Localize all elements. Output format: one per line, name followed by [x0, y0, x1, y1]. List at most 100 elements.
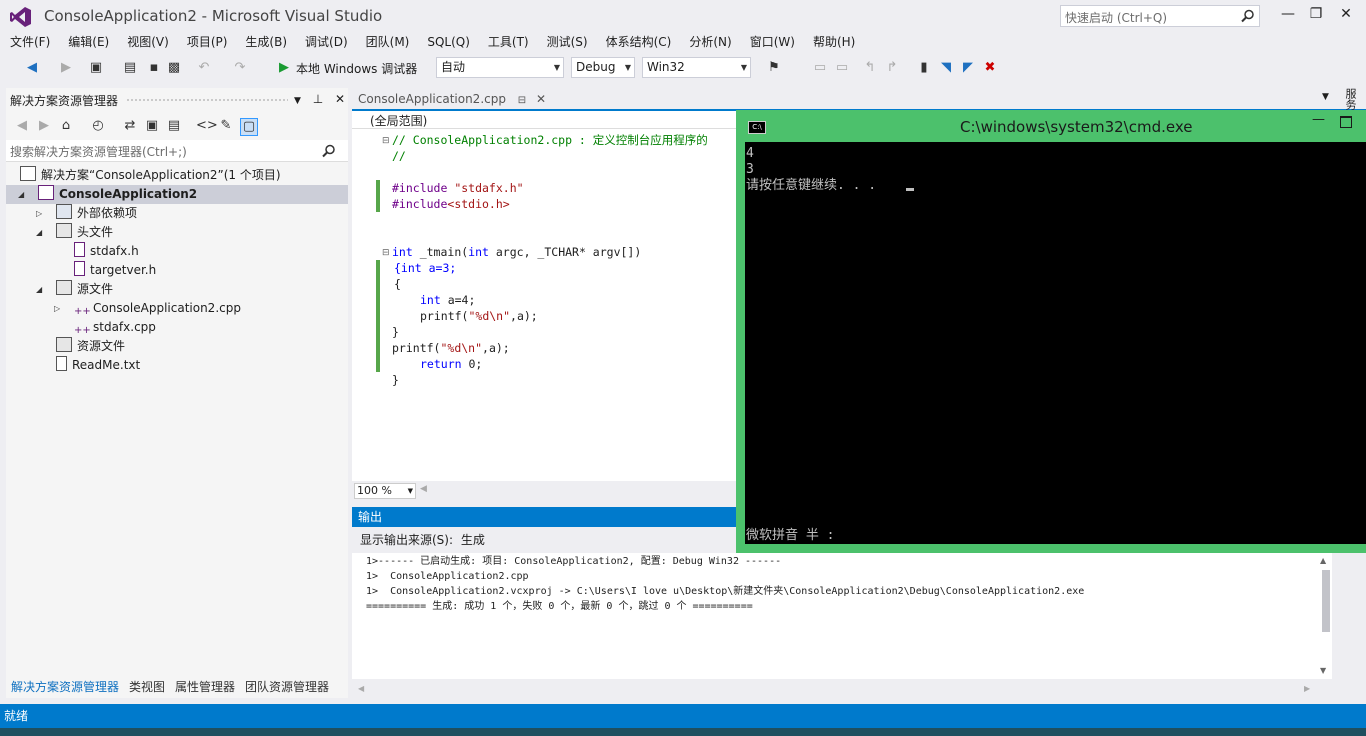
- maximize-button[interactable]: ❐: [1304, 6, 1328, 22]
- collapse-arrow-icon[interactable]: ◢: [36, 285, 42, 294]
- minimize-button[interactable]: —: [1276, 6, 1300, 22]
- cmd-console-area[interactable]: [745, 142, 1366, 544]
- start-debug-button[interactable]: 本地 Windows 调试器: [296, 60, 417, 77]
- collapse-arrow-icon[interactable]: ◢: [36, 228, 42, 237]
- collapse-arrow-icon[interactable]: ◢: [18, 190, 24, 199]
- next-bookmark-icon[interactable]: ◤: [960, 60, 976, 76]
- pin-icon[interactable]: ⊟: [518, 95, 526, 106]
- show-all-files-icon[interactable]: ▤: [166, 118, 182, 134]
- cmd-minimize-button[interactable]: —: [1312, 112, 1325, 127]
- properties-wrench-icon[interactable]: ✎: [218, 118, 234, 134]
- side-toolbox-tab[interactable]: 服务: [1342, 88, 1358, 110]
- close-icon[interactable]: ✕: [335, 92, 345, 106]
- menu-file[interactable]: 文件(F): [0, 32, 59, 52]
- tree-label: 资源文件: [77, 339, 126, 353]
- menu-sql[interactable]: SQL(Q): [418, 32, 479, 52]
- tab-solution-explorer[interactable]: 解决方案资源管理器: [6, 678, 124, 696]
- platform-combo[interactable]: Win32 ▼: [642, 57, 751, 78]
- forward-icon[interactable]: ▶: [58, 60, 74, 76]
- tree-solution[interactable]: 解决方案“ConsoleApplication2”(1 个项目): [20, 166, 281, 185]
- tab-team-explorer[interactable]: 团队资源管理器: [240, 678, 334, 696]
- redo-icon[interactable]: ↷: [232, 60, 248, 76]
- header-file-icon: [74, 261, 85, 276]
- build-config-combo[interactable]: Debug ▼: [571, 57, 635, 78]
- find-in-files-icon[interactable]: ⚑: [766, 60, 782, 76]
- scroll-left-icon[interactable]: ◀: [420, 484, 427, 494]
- tree-project[interactable]: ConsoleApplication2: [38, 185, 197, 204]
- prev-bookmark-icon[interactable]: ◥: [938, 60, 954, 76]
- clear-bookmarks-icon[interactable]: ✖: [982, 60, 998, 76]
- scroll-down-icon[interactable]: ▼: [1320, 666, 1326, 675]
- zoom-combo[interactable]: 100 % ▼: [354, 483, 416, 499]
- outline-collapse-icon[interactable]: ⊟: [382, 136, 390, 146]
- close-button[interactable]: ✕: [1334, 6, 1358, 22]
- tree-readme[interactable]: ReadMe.txt: [56, 356, 140, 375]
- menu-tools[interactable]: 工具(T): [479, 32, 538, 52]
- sync-icon[interactable]: ⇄: [122, 118, 138, 134]
- scroll-right-icon[interactable]: ▶: [1304, 684, 1310, 693]
- solution-config-combo[interactable]: 自动 ▼: [436, 57, 564, 78]
- menu-debug[interactable]: 调试(D): [296, 32, 357, 52]
- tab-consoleapplication2-cpp[interactable]: ConsoleApplication2.cpp ⊟ ✕: [352, 89, 553, 109]
- new-project-icon[interactable]: ▣: [88, 60, 104, 76]
- code-text: a=4;: [440, 293, 476, 307]
- forward-icon[interactable]: ▶: [36, 118, 52, 134]
- view-code-icon[interactable]: <>: [196, 118, 218, 134]
- expand-arrow-icon[interactable]: ▷: [54, 304, 60, 313]
- tree-external-deps[interactable]: 外部依赖项: [56, 204, 137, 223]
- menu-edit[interactable]: 编辑(E): [59, 32, 118, 52]
- tree-stdafx-h[interactable]: stdafx.h: [74, 242, 139, 261]
- tree-targetver-h[interactable]: targetver.h: [74, 261, 156, 280]
- history-icon[interactable]: ◴: [90, 118, 106, 134]
- scroll-left-icon[interactable]: ◀: [358, 684, 364, 693]
- menu-test[interactable]: 测试(S): [538, 32, 597, 52]
- tree-resource-files[interactable]: 资源文件: [56, 337, 125, 356]
- dropdown-icon[interactable]: ▼: [294, 96, 301, 106]
- output-vertical-scrollbar[interactable]: ▲ ▼: [1320, 556, 1332, 675]
- uncomment-icon[interactable]: ▭: [834, 60, 850, 76]
- quick-launch-input[interactable]: 快速启动 (Ctrl+Q): [1060, 5, 1260, 27]
- open-file-icon[interactable]: ▤: [122, 60, 138, 76]
- menu-build[interactable]: 生成(B): [236, 32, 296, 52]
- menu-project[interactable]: 项目(P): [178, 32, 237, 52]
- menu-architecture[interactable]: 体系结构(C): [597, 32, 681, 52]
- back-icon[interactable]: ◀: [14, 118, 30, 134]
- back-icon[interactable]: ◀: [24, 60, 40, 76]
- menu-analyze[interactable]: 分析(N): [680, 32, 740, 52]
- tab-property-manager[interactable]: 属性管理器: [170, 678, 240, 696]
- expand-arrow-icon[interactable]: ▷: [36, 209, 42, 218]
- menu-help[interactable]: 帮助(H): [804, 32, 864, 52]
- close-icon[interactable]: ✕: [536, 92, 546, 106]
- collapse-all-icon[interactable]: ▣: [144, 118, 160, 134]
- tree-header-files[interactable]: 头文件: [56, 223, 113, 242]
- menu-team[interactable]: 团队(M): [357, 32, 419, 52]
- code-editor[interactable]: [352, 111, 736, 481]
- pin-icon[interactable]: ⊥: [313, 92, 323, 106]
- comment-icon[interactable]: ▭: [812, 60, 828, 76]
- undo-icon[interactable]: ↶: [196, 60, 212, 76]
- outdent-icon[interactable]: ↱: [884, 60, 900, 76]
- solution-explorer-title: 解决方案资源管理器: [10, 94, 119, 108]
- tab-overflow-icon[interactable]: ▼: [1322, 92, 1329, 102]
- tree-source-files[interactable]: 源文件: [56, 280, 113, 299]
- tab-class-view[interactable]: 类视图: [124, 678, 170, 696]
- tree-main-cpp[interactable]: ++ ConsoleApplication2.cpp: [74, 299, 241, 318]
- output-source-combo[interactable]: 生成: [461, 533, 485, 547]
- save-all-icon[interactable]: ▩: [166, 60, 182, 76]
- scroll-up-icon[interactable]: ▲: [1320, 556, 1326, 565]
- scrollbar-thumb[interactable]: [1322, 570, 1330, 632]
- tree-stdafx-cpp[interactable]: ++ stdafx.cpp: [74, 318, 156, 337]
- menu-view[interactable]: 视图(V): [118, 32, 178, 52]
- home-icon[interactable]: ⌂: [58, 118, 74, 134]
- save-icon[interactable]: ▪: [146, 60, 162, 76]
- cmd-maximize-button[interactable]: [1340, 116, 1352, 128]
- preview-selected-icon[interactable]: ▢: [240, 118, 258, 136]
- outline-collapse-icon[interactable]: ⊟: [382, 248, 390, 258]
- start-debug-icon[interactable]: ▶: [276, 60, 292, 76]
- indent-icon[interactable]: ↰: [862, 60, 878, 76]
- filter-folder-icon: [56, 280, 72, 295]
- scope-navigation-combo[interactable]: (全局范围): [370, 112, 427, 129]
- menu-window[interactable]: 窗口(W): [741, 32, 804, 52]
- solution-search-input[interactable]: 搜索解决方案资源管理器(Ctrl+;): [6, 140, 348, 162]
- bookmark-icon[interactable]: ▮: [916, 60, 932, 76]
